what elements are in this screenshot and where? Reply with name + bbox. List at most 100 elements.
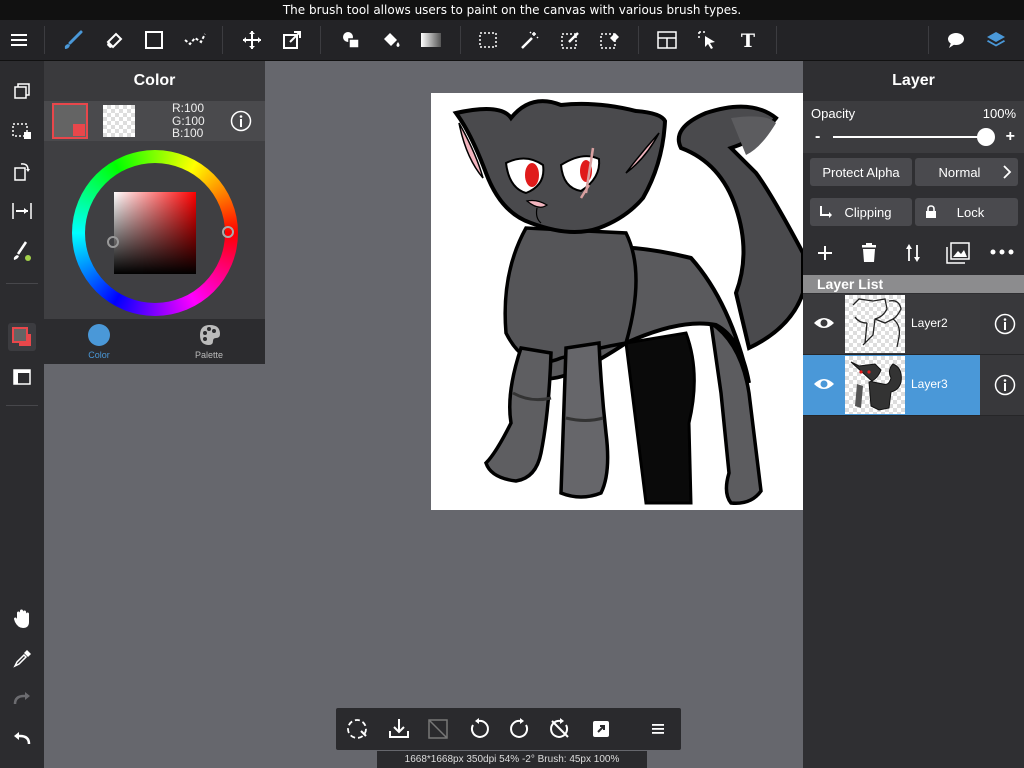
layer-thumbnail	[845, 295, 905, 353]
layer-name: Layer3	[911, 377, 948, 391]
tab-color-label: Color	[88, 350, 110, 360]
rotate-left-icon[interactable]	[465, 715, 493, 743]
select-pen-icon[interactable]	[556, 26, 584, 54]
color-panel-tabs: Color Palette	[44, 319, 265, 364]
menu-icon[interactable]	[6, 26, 34, 54]
opacity-minus-button[interactable]: -	[815, 128, 820, 146]
text-icon[interactable]: T	[734, 26, 762, 54]
magic-wand-icon[interactable]	[515, 26, 543, 54]
brush-icon[interactable]	[59, 26, 87, 54]
color-panel-title: Color	[133, 72, 176, 89]
color-tab-icon	[88, 324, 110, 346]
cat-artwork	[452, 99, 803, 505]
import-icon[interactable]	[385, 715, 413, 743]
select-eraser-icon[interactable]	[596, 26, 624, 54]
swap-layers-icon[interactable]	[903, 243, 923, 263]
opacity-label: Opacity	[811, 106, 856, 121]
layer-thumbnail	[845, 356, 905, 414]
undo-icon[interactable]	[8, 725, 36, 753]
lock-icon	[925, 205, 937, 219]
clipping-label: Clipping	[844, 204, 892, 220]
bottom-menu-icon[interactable]	[645, 715, 673, 743]
opacity-section: Opacity 100% - +	[803, 101, 1024, 153]
add-layer-icon[interactable]	[815, 243, 835, 263]
select-rect-icon[interactable]	[474, 26, 502, 54]
color-swatches: R:100 G:100 B:100	[44, 101, 265, 141]
rgb-b-value: B:100	[172, 126, 204, 140]
bottom-action-bar	[336, 708, 681, 750]
left-toolbar	[0, 61, 44, 768]
layout-icon[interactable]	[653, 26, 681, 54]
blend-mode-select[interactable]: Normal	[915, 158, 1018, 186]
layer-image-icon[interactable]	[946, 242, 970, 264]
color-panel-icon[interactable]	[8, 323, 36, 351]
top-toolbar: T	[0, 20, 1024, 61]
selection-layer-icon[interactable]	[8, 117, 36, 145]
clipping-button[interactable]: Clipping	[810, 198, 912, 226]
tooltip: The brush tool allows users to paint on …	[0, 0, 1024, 20]
sv-handle[interactable]	[107, 236, 119, 248]
saturation-value-square[interactable]	[114, 192, 196, 274]
gradient-icon[interactable]	[417, 26, 445, 54]
ruler-icon[interactable]	[8, 197, 36, 225]
rotate-canvas-icon[interactable]	[8, 157, 36, 185]
opacity-plus-button[interactable]: +	[1006, 128, 1015, 146]
color-panel: Color R:100 G:100 B:100 Color Palette	[44, 61, 265, 364]
drawing-canvas[interactable]	[431, 93, 803, 510]
status-bar: 1668*1668px 350dpi 54% -2° Brush: 45px 1…	[377, 751, 647, 768]
layer-panel-icon[interactable]	[8, 363, 36, 391]
move-icon[interactable]	[238, 26, 266, 54]
brush-settings-icon[interactable]	[8, 237, 36, 265]
snap-icon[interactable]	[181, 26, 209, 54]
redo-icon[interactable]	[8, 685, 36, 713]
tab-color[interactable]: Color	[44, 319, 154, 364]
layer-panel-title: Layer	[892, 72, 935, 89]
layer-info-icon[interactable]	[994, 374, 1016, 396]
tab-palette-label: Palette	[194, 350, 224, 360]
primary-color-swatch[interactable]	[52, 103, 88, 139]
trash-icon[interactable]	[860, 243, 878, 263]
color-wheel-area	[44, 141, 265, 319]
deselect-icon[interactable]	[343, 715, 371, 743]
rgb-r-value: R:100	[172, 101, 205, 115]
navigator-icon[interactable]	[8, 77, 36, 105]
layer-row[interactable]: Layer3	[803, 355, 1024, 416]
layers-icon[interactable]	[982, 26, 1010, 54]
layer-row[interactable]: Layer2	[803, 294, 1024, 355]
opacity-slider[interactable]	[833, 136, 991, 138]
color-info-icon[interactable]	[230, 110, 252, 132]
lock-button[interactable]: Lock	[915, 198, 1018, 226]
protect-alpha-button[interactable]: Protect Alpha	[810, 158, 912, 186]
speech-icon[interactable]	[942, 26, 970, 54]
shape-icon[interactable]	[140, 26, 168, 54]
bucket-icon[interactable]	[377, 26, 405, 54]
layer-info-icon[interactable]	[994, 313, 1016, 335]
eye-icon[interactable]	[813, 315, 835, 331]
opacity-slider-thumb[interactable]	[977, 128, 995, 146]
select-move-icon[interactable]	[694, 26, 722, 54]
opacity-value: 100%	[982, 106, 1016, 121]
hand-icon[interactable]	[8, 605, 36, 633]
lock-label: Lock	[956, 204, 985, 220]
tab-palette[interactable]: Palette	[154, 319, 264, 364]
protect-alpha-label: Protect Alpha	[822, 164, 900, 180]
layer-actions	[803, 234, 1024, 274]
layer-panel: Layer Opacity 100% - + Protect Alpha Nor…	[803, 61, 1024, 768]
rotate-right-icon[interactable]	[506, 715, 534, 743]
clipping-icon	[818, 205, 832, 219]
canvas-disabled-icon[interactable]	[424, 715, 452, 743]
palette-icon	[198, 323, 222, 347]
eyedropper-icon[interactable]	[8, 645, 36, 673]
chevron-right-icon	[1002, 164, 1012, 180]
hue-handle[interactable]	[222, 226, 234, 238]
layer-list-header: Layer List	[803, 275, 1024, 293]
svg-text:T: T	[741, 30, 755, 50]
secondary-color-swatch[interactable]	[103, 105, 135, 137]
eye-icon[interactable]	[813, 376, 835, 392]
reset-rotation-icon[interactable]	[546, 715, 574, 743]
fill-shape-icon[interactable]	[337, 26, 365, 54]
eraser-icon[interactable]	[100, 26, 128, 54]
share-icon[interactable]	[587, 715, 615, 743]
more-options-icon[interactable]	[990, 249, 1014, 255]
transform-icon[interactable]	[278, 26, 306, 54]
